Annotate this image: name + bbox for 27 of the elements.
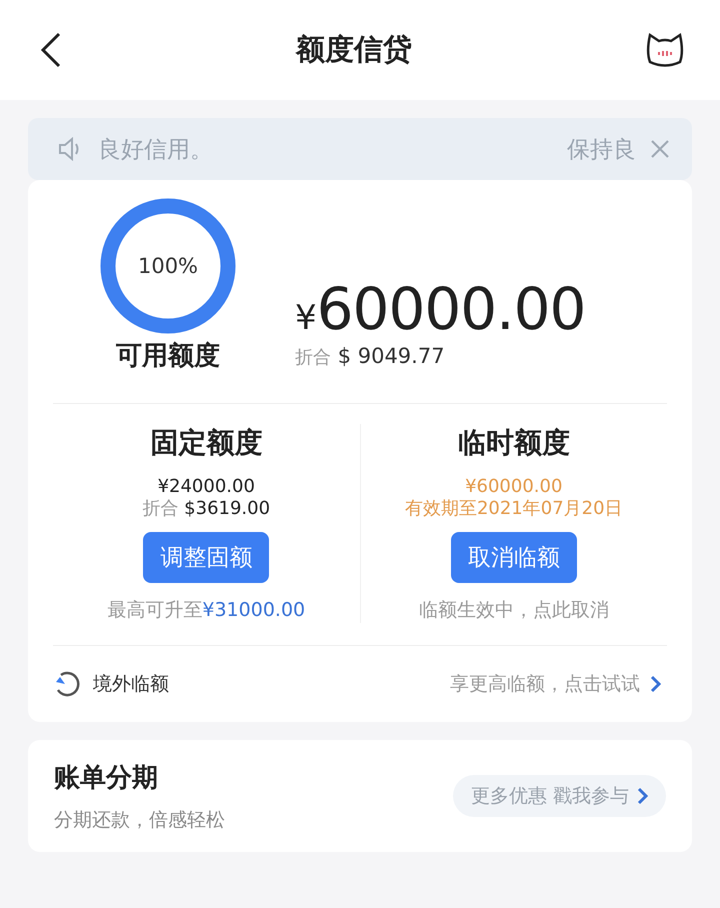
overseas-label: 境外临额 bbox=[93, 672, 170, 697]
currency-sign: ¥ bbox=[295, 298, 317, 338]
notice-text: 良好信用。 bbox=[98, 136, 214, 164]
limit-button[interactable]: 取消临额 bbox=[450, 532, 577, 583]
chevron-icon bbox=[650, 675, 661, 693]
limit-title: 固定额度 bbox=[150, 425, 262, 461]
available-label: 可用额度 bbox=[116, 340, 220, 373]
overseas-link[interactable]: 享更高临额，点击试试 bbox=[444, 670, 667, 698]
limit-amount: ¥24000.00 bbox=[158, 476, 255, 498]
back-icon[interactable] bbox=[40, 32, 62, 68]
page-title: 额度信贷 bbox=[296, 31, 412, 68]
installment-title: 账单分期 bbox=[54, 762, 159, 794]
converted-amount: 折合 $ 9049.77 bbox=[295, 344, 446, 369]
available-amount: 60000.00 bbox=[316, 278, 586, 342]
limit-note: 最高可升至¥31000.00 bbox=[107, 598, 306, 623]
notice-text: 保持良 bbox=[567, 136, 636, 164]
expiry-text: 有效期至2021年07月20日 bbox=[404, 498, 623, 520]
chevron-icon bbox=[637, 787, 648, 805]
percent-label: 100% bbox=[138, 254, 198, 278]
limit-amount: ¥60000.00 bbox=[465, 476, 562, 498]
converted-amount: 折合 $3619.00 bbox=[142, 498, 270, 520]
cat-icon[interactable] bbox=[646, 32, 684, 68]
limit-note[interactable]: 临额生效中，点此取消 bbox=[418, 597, 609, 623]
limit-title: 临时额度 bbox=[458, 425, 570, 461]
promo-button[interactable]: 更多优惠 戳我参与 bbox=[452, 775, 666, 817]
installment-subtitle: 分期还款，倍感轻松 bbox=[54, 808, 226, 832]
limit-button[interactable]: 调整固额 bbox=[143, 532, 270, 583]
